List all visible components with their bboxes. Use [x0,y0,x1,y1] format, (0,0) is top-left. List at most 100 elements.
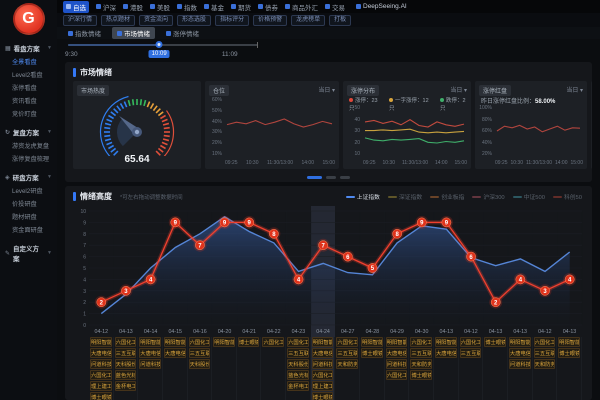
card-position[interactable]: 仓位 当日 ▾ 60%50%40%30%20%10% 09:2510:3011:… [205,81,339,169]
legend-item-深证指数[interactable]: 深证指数 [388,192,422,201]
stock-cell[interactable]: 明阳智能 [361,337,383,347]
stock-cell[interactable]: 问道科技 [386,359,408,369]
legend-item-科创50[interactable]: 科创50 [553,192,582,201]
topbar-item[interactable]: 商品外汇 [285,2,318,12]
sidebar-item-资金面研盘[interactable]: 资金面研盘 [0,223,57,236]
legend-item-创业板指[interactable]: 创业板指 [430,192,464,201]
sidebar-item-题材研盘[interactable]: 题材研盘 [0,210,57,223]
carousel-dots[interactable] [65,176,592,179]
stock-cell[interactable]: 明阳智能 [213,337,235,347]
toolbar-button[interactable]: 龙虎榜单 [291,15,325,26]
card-market-heat[interactable]: 市场热度 65.64 [73,81,201,169]
stock-cell[interactable]: 三五互联 [336,348,358,358]
toolbar-button[interactable]: 沪深行情 [63,15,97,26]
stock-cell[interactable]: 明阳智能 [509,337,531,347]
stock-cell[interactable]: 大唐电信 [90,348,112,358]
carousel-dot[interactable] [326,176,336,179]
stock-cell[interactable]: 明阳智能 [139,337,161,347]
stock-cell[interactable]: 蓝色光标 [115,370,137,380]
stock-cell[interactable]: 博士眼镜 [238,337,260,347]
stock-cell[interactable]: 明阳智能 [558,337,580,347]
stock-cell[interactable]: 六国化工 [287,337,309,347]
stock-cell[interactable]: 六国化工 [189,337,211,347]
carousel-dot[interactable] [340,176,350,179]
emotion-line-chart[interactable]: 01234567891023497998476589962434 [73,205,584,329]
stock-cell[interactable]: 博士眼镜 [312,392,334,400]
stock-cell[interactable]: 六国化工 [534,337,556,347]
toolbar-button[interactable]: 资金流向 [139,15,173,26]
stock-cell[interactable]: 大唐电信 [386,348,408,358]
stock-cell[interactable]: 博士眼镜 [90,392,112,400]
topbar-item[interactable]: 自选 [63,1,89,13]
stock-cell[interactable]: 三五互联 [410,348,432,358]
period-dropdown[interactable]: 当日 ▾ [318,85,335,94]
sidebar-item-涨停复盘梳理[interactable]: 涨停复盘梳理 [0,152,57,165]
toolbar-button[interactable]: 价格预警 [253,15,287,26]
stock-cell[interactable]: 博士眼镜 [558,348,580,358]
legend-item-沪深300[interactable]: 沪深300 [472,192,504,201]
stock-cell[interactable]: 大唐电信 [139,348,161,358]
stock-cell[interactable]: 理上建工 [312,381,334,391]
stock-cell[interactable]: 金杯电工 [287,381,309,391]
card-partial[interactable]: 情绪 120906030 [591,81,592,169]
stock-cell[interactable]: 理上建工 [90,381,112,391]
sidebar-item-资讯看盘[interactable]: 资讯看盘 [0,94,57,107]
stock-cell[interactable]: 六国化工 [90,370,112,380]
stock-cell[interactable]: 大唐电信 [435,348,457,358]
stock-cell[interactable]: 博士眼镜 [484,337,506,347]
stock-cell[interactable]: 六国化工 [336,337,358,347]
topbar-item[interactable]: 基金 [204,2,224,12]
sidebar-item-全景看盘[interactable]: 全景看盘 [0,55,57,68]
stock-cell[interactable]: 明阳智能 [435,337,457,347]
stock-cell[interactable]: 三五互联 [287,348,309,358]
stock-cell[interactable]: 天科股份 [189,359,211,369]
sidebar-item-竞价盯盘[interactable]: 竞价盯盘 [0,107,57,120]
stock-cell[interactable]: 明阳智能 [90,337,112,347]
sidebar-group-header[interactable]: ✎自定义方案▼ [0,241,57,265]
stock-cell[interactable]: 六国化工 [115,337,137,347]
period-dropdown[interactable]: 当日 ▾ [566,85,583,94]
legend-item-上证指数[interactable]: 上证指数 [346,192,380,201]
carousel-dot-active[interactable] [307,176,322,179]
sidebar-item-游资龙虎复盘[interactable]: 游资龙虎复盘 [0,139,57,152]
stock-cell[interactable]: 明阳智能 [312,337,334,347]
stock-cell[interactable]: 明阳智能 [164,337,186,347]
topbar-item[interactable]: 期货 [231,2,251,12]
toolbar-button[interactable]: 热点题材 [101,15,135,26]
stock-cell[interactable]: 三五互联 [115,348,137,358]
topbar-item[interactable]: 债券 [258,2,278,12]
stock-cell[interactable]: 六国化工 [460,337,482,347]
sidebar-group-header[interactable]: ↻复盘方案▼ [0,125,57,139]
stock-cell[interactable]: 明阳智能 [386,337,408,347]
toolbar-button[interactable]: 打板 [329,15,351,26]
card-red-rate[interactable]: 涨停红盘 当日 ▾ 昨日涨停红盘比例：58.00% 100%80%60%40%2… [475,81,587,169]
stock-cell[interactable]: 天科股份 [115,359,137,369]
stock-cell[interactable]: 金杯电工 [115,381,137,391]
sidebar-group-header[interactable]: ◈研盘方案▼ [0,170,57,184]
brand-item[interactable]: DeepSeeing.AI [356,3,407,10]
tab-涨停情绪[interactable]: 涨停情绪 [161,27,204,39]
stock-cell[interactable]: 六国化工 [410,337,432,347]
stock-cell[interactable]: 三五互联 [534,348,556,358]
stock-cell[interactable]: 六国化工 [262,337,284,347]
period-dropdown[interactable]: 当日 ▾ [450,85,467,94]
tab-市场情绪[interactable]: 市场情绪 [112,27,155,39]
sidebar-group-header[interactable]: ▦看盘方案▼ [0,41,57,55]
topbar-item[interactable]: 沪深 [96,2,116,12]
stock-cell[interactable]: 三五互联 [189,348,211,358]
stock-cell[interactable]: 问道科技 [90,359,112,369]
stock-cell[interactable]: 天和防务 [336,359,358,369]
tab-指数情绪[interactable]: 指数情绪 [63,27,106,39]
stock-cell[interactable]: 天和防务 [410,359,432,369]
sidebar-item-Level2研盘[interactable]: Level2研盘 [0,184,57,197]
stock-cell[interactable]: 问道科技 [139,359,161,369]
topbar-item[interactable]: 美股 [150,2,170,12]
card-limit-distribution[interactable]: 涨停分布 当日 ▾ 涨停：23只一字涨停：12只跌停：2只 5040302010… [343,81,471,169]
legend-item-中证500[interactable]: 中证500 [513,192,545,201]
stock-cell[interactable]: 六国化工 [312,370,334,380]
sidebar-item-Level2看盘[interactable]: Level2看盘 [0,68,57,81]
stock-cell[interactable]: 蓝色光标 [287,370,309,380]
topbar-item[interactable]: 港股 [123,2,143,12]
stock-cell[interactable]: 天科股份 [287,359,309,369]
stock-cell[interactable]: 博士眼镜 [410,370,432,380]
